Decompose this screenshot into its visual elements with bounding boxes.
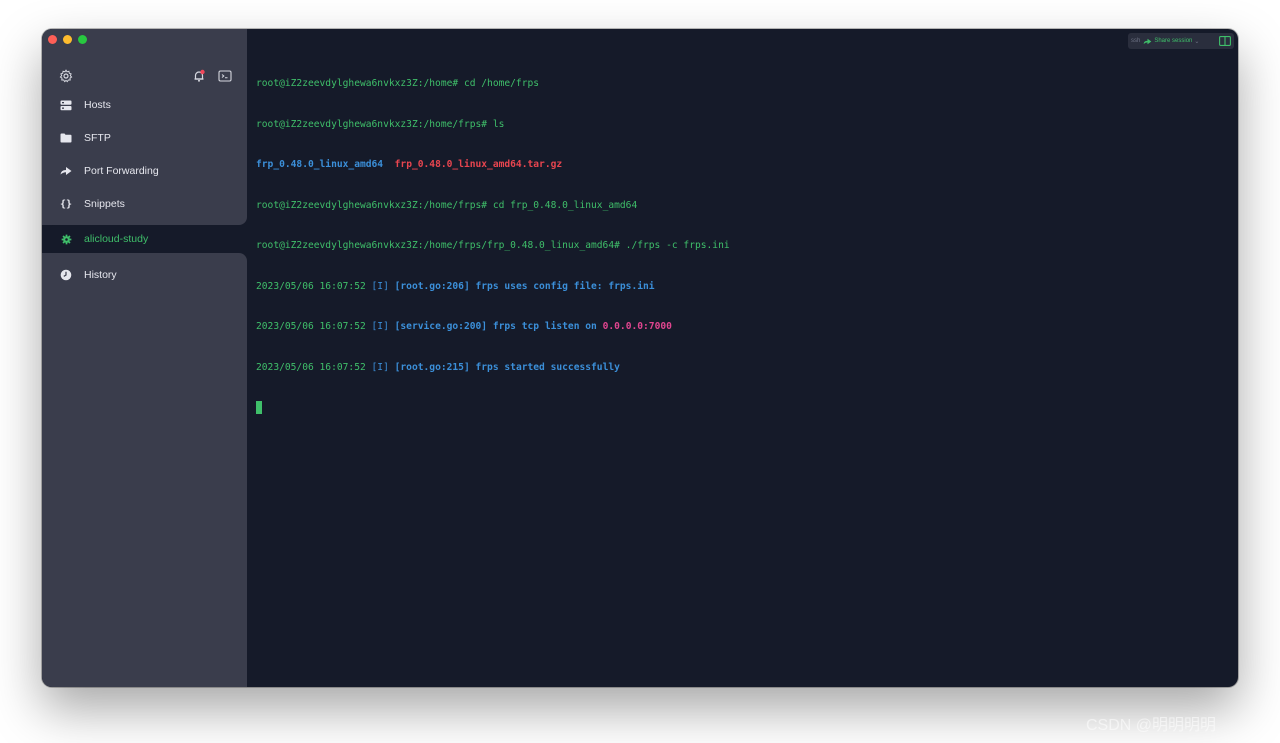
session-gear-icon [59, 232, 73, 246]
log-line: 2023/05/06 16:07:52 [I] [service.go:200]… [256, 321, 672, 332]
sidebar-item-snippets[interactable]: {} Snippets [42, 190, 247, 218]
terminal-line: root@iZ2zeevdylghewa6nvkxz3Z:/home/frps/… [256, 240, 730, 251]
sidebar-item-port-forwarding[interactable]: Port Forwarding [42, 157, 247, 185]
chevron-down-icon[interactable]: ⌄ [1194, 38, 1199, 45]
clock-icon [59, 268, 73, 282]
directory-entry: frp_0.48.0_linux_amd64 [256, 159, 384, 170]
sidebar-item-session[interactable]: alicloud-study [49, 225, 247, 253]
log-line: 2023/05/06 16:07:52 [I] [root.go:215] fr… [256, 361, 620, 373]
watermark-text: CSDN @明明明明 [1086, 717, 1217, 734]
sidebar-item-label: Hosts [84, 99, 111, 111]
terminal-line: root@iZ2zeevdylghewa6nvkxz3Z:/home/frps#… [256, 118, 505, 130]
app-window: Hosts SFTP Port Forwarding {} Snippets a… [42, 29, 1238, 687]
notification-bell-icon[interactable] [192, 69, 206, 83]
terminal-line: root@iZ2zeevdylghewa6nvkxz3Z:/home/frps#… [256, 199, 638, 211]
sidebar-item-label: Port Forwarding [84, 165, 159, 177]
terminal-line: root@iZ2zeevdylghewa6nvkxz3Z:/home# cd /… [256, 78, 540, 89]
session-tab-label: alicloud-study [84, 233, 149, 245]
session-toolbar: ssh Share session ⌄ [1128, 33, 1234, 49]
sidebar-item-sftp[interactable]: SFTP [42, 124, 247, 152]
close-window-button[interactable] [48, 35, 57, 44]
sidebar-top-panel: Hosts SFTP Port Forwarding {} Snippets [42, 29, 247, 225]
archive-entry: frp_0.48.0_linux_amd64.tar.gz [394, 159, 563, 170]
sidebar-item-label: SFTP [84, 132, 111, 144]
braces-icon: {} [59, 198, 73, 210]
minimize-window-button[interactable] [63, 35, 72, 44]
split-view-icon[interactable] [1219, 36, 1231, 46]
terminal-output[interactable]: root@iZ2zeevdylghewa6nvkxz3Z:/home# cd /… [256, 50, 1216, 670]
connection-tag: ssh [1131, 38, 1141, 44]
settings-gear-icon[interactable] [59, 69, 73, 83]
forward-arrow-icon [59, 164, 73, 178]
sidebar-item-hosts[interactable]: Hosts [42, 91, 247, 119]
sidebar-item-label: Snippets [84, 198, 125, 210]
terminal-cursor-line [256, 401, 1216, 415]
sidebar-bottom-panel [42, 253, 247, 687]
terminal-icon[interactable] [218, 69, 232, 83]
terminal-cursor [256, 401, 262, 414]
hosts-icon [59, 98, 73, 112]
log-line: 2023/05/06 16:07:52 [I] [root.go:206] fr… [256, 280, 655, 292]
sidebar-item-label: History [84, 269, 117, 281]
folder-icon [59, 131, 73, 145]
share-arrow-icon [1143, 38, 1152, 44]
sidebar-item-history[interactable]: History [42, 261, 247, 289]
sidebar: Hosts SFTP Port Forwarding {} Snippets a… [42, 29, 247, 687]
terminal-line: frp_0.48.0_linux_amd64 frp_0.48.0_linux_… [256, 158, 1216, 172]
share-session-button[interactable]: Share session ⌄ [1143, 38, 1199, 45]
zoom-window-button[interactable] [78, 35, 87, 44]
window-controls [48, 35, 87, 44]
